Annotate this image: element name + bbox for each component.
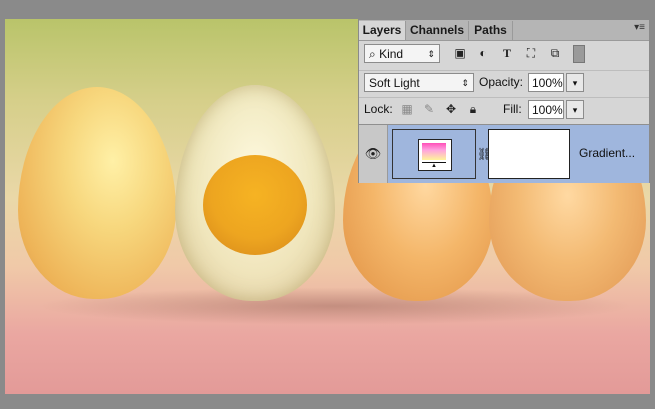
layers-panel: Layers Channels Paths ▾≡ ⌕ Kind ⇕ ▣ ◐ T … [358,19,650,183]
opacity-input[interactable]: 100% [528,73,564,92]
panel-tabs: Layers Channels Paths ▾≡ [359,20,649,41]
panel-menu-icon[interactable]: ▾≡ [634,22,645,33]
blend-mode-value: Soft Light [369,76,420,90]
lock-label: Lock: [364,102,393,116]
fill-dropdown-button[interactable]: ▾ [566,100,584,119]
gradient-swatch [422,143,446,160]
tab-channels[interactable]: Channels [406,21,469,40]
lock-transparent-icon[interactable]: ▦ [399,101,415,117]
adjustment-layer-thumbnail[interactable]: ▲ [392,129,476,179]
type-filter-icon[interactable]: T [499,45,515,61]
tab-layers[interactable]: Layers [359,21,406,40]
lock-image-icon[interactable]: ✎ [421,101,437,117]
chain-link-icon[interactable]: ⛓︎ [477,144,492,164]
updown-arrow-icon: ⇕ [427,49,435,59]
eye-icon[interactable]: 👁︎ [359,125,388,183]
egg-left [18,87,176,299]
filter-toggle-icon[interactable] [573,45,585,63]
layer-name[interactable]: Gradient... [579,146,635,160]
lock-position-icon[interactable]: ✥ [443,101,459,117]
egg-yolk [203,155,307,255]
layer-row[interactable]: 👁︎ ▲ ⛓︎ Gradient... [359,124,649,183]
search-icon: ⌕ [369,47,376,61]
blend-mode-select[interactable]: Soft Light ⇕ [364,73,474,92]
lock-row: Lock: ▦ ✎ ✥ 🔒︎ Fill: 100% ▾ [359,97,649,122]
filter-kind-select[interactable]: ⌕ Kind ⇕ [364,44,440,63]
shape-filter-icon[interactable]: ⛶ [523,45,539,61]
adjustment-filter-icon[interactable]: ◐ [475,45,491,61]
gradient-fill-icon: ▲ [418,139,452,171]
gradient-stop-icon: ▲ [431,163,437,169]
blend-row: Soft Light ⇕ Opacity: 100% ▾ [359,70,649,95]
updown-arrow-icon: ⇕ [461,78,469,88]
image-filter-icon[interactable]: ▣ [452,45,468,61]
fill-input[interactable]: 100% [528,100,564,119]
smart-object-filter-icon[interactable]: ⧉ [547,45,563,61]
opacity-label: Opacity: [479,75,524,89]
layer-mask-thumbnail[interactable] [488,129,570,179]
filter-kind-label: Kind [379,47,404,61]
filter-row: ⌕ Kind ⇕ ▣ ◐ T ⛶ ⧉ [359,42,649,66]
opacity-dropdown-button[interactable]: ▾ [566,73,584,92]
lock-all-icon[interactable]: 🔒︎ [465,101,481,117]
tab-paths[interactable]: Paths [469,21,513,40]
fill-label: Fill: [503,102,522,116]
